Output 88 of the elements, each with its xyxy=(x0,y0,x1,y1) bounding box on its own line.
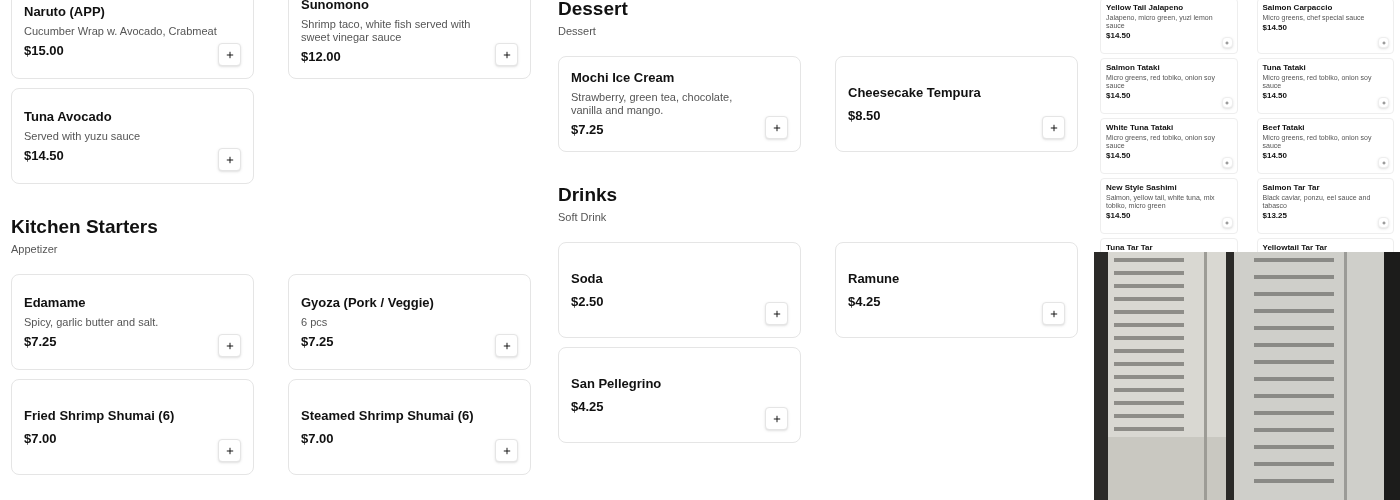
item-name: San Pellegrino xyxy=(571,374,662,393)
section-title: Dessert xyxy=(558,0,629,21)
item-price: $14.50 xyxy=(1106,31,1132,41)
menu-card[interactable]: Steamed Shrimp Shumai (6) $7.00 xyxy=(288,379,531,475)
item-description: 6 pcs xyxy=(301,315,329,329)
menu-card[interactable]: San Pellegrino $4.25 xyxy=(558,347,801,443)
section-title: Drinks xyxy=(558,183,619,207)
item-name: Beef Tataki xyxy=(1262,123,1306,133)
add-button[interactable] xyxy=(495,334,518,357)
item-name: Salmon Carpaccio xyxy=(1262,3,1334,13)
menu-card[interactable]: Tuna Avocado Served with yuzu sauce $14.50 xyxy=(11,88,254,184)
item-name: Soda xyxy=(571,269,604,288)
item-price: $7.25 xyxy=(571,121,605,139)
item-price: $13.25 xyxy=(1262,211,1288,221)
menu-card[interactable]: Naruto (APP) Cucumber Wrap w. Avocado, Crabmeat $15.00 xyxy=(11,0,254,79)
add-button[interactable] xyxy=(495,43,518,66)
item-price: $2.50 xyxy=(571,292,604,311)
item-price: $14.50 xyxy=(1262,23,1288,33)
item-description: Spicy, garlic butter and salt. xyxy=(24,315,159,329)
add-button[interactable] xyxy=(1221,97,1233,108)
item-name: Naruto (APP) xyxy=(24,2,106,21)
item-name: Yellowtail Tar Tar xyxy=(1262,243,1328,252)
add-button[interactable] xyxy=(1221,217,1233,228)
add-button[interactable] xyxy=(218,334,241,357)
menu-card[interactable]: Cheesecake Tempura $8.50 xyxy=(835,56,1078,152)
item-name: New Style Sashimi xyxy=(1106,183,1178,193)
item-name: Fried Shrimp Shumai (6) xyxy=(24,406,175,425)
item-name: Salmon Tar Tar xyxy=(1262,183,1321,193)
add-button[interactable] xyxy=(495,439,518,462)
item-description: Shrimp taco, white fish served with sweet vinegar sauce xyxy=(301,18,472,44)
item-price: $7.00 xyxy=(24,429,58,448)
add-button[interactable] xyxy=(1378,157,1389,168)
item-name: Cheesecake Tempura xyxy=(848,83,981,102)
section-subtitle: Dessert xyxy=(558,24,597,39)
menu-card[interactable]: Edamame Spicy, garlic butter and salt. $7.25 xyxy=(11,274,254,370)
menu-card[interactable]: Sunomono Shrimp taco, white fish served with sweet vinegar sauce $12.00 xyxy=(288,0,531,79)
menu-card[interactable]: Ramune $4.25 xyxy=(835,242,1078,338)
item-name: White Tuna Tataki xyxy=(1106,123,1175,133)
item-name: Tuna Tar Tar xyxy=(1106,243,1153,252)
menu-card[interactable]: Gyoza (Pork / Veggie) 6 pcs $7.25 xyxy=(288,274,531,370)
item-price: $14.50 xyxy=(1106,91,1132,101)
item-name: Mochi Ice Cream xyxy=(571,69,676,87)
item-name: Yellow Tail Jalapeno xyxy=(1106,3,1185,13)
item-name: Salmon Tataki xyxy=(1106,63,1161,73)
section-subtitle: Appetizer xyxy=(11,242,59,257)
item-description: Served with yuzu sauce xyxy=(24,129,141,143)
item-price: $14.50 xyxy=(24,146,65,165)
item-price: $12.00 xyxy=(301,48,342,66)
item-name: Tuna Tataki xyxy=(1262,63,1307,73)
menu-card[interactable]: Mochi Ice Cream Strawberry, green tea, chocolate, vanilla and mango. $7.25 xyxy=(558,56,801,152)
add-button[interactable] xyxy=(1221,157,1233,168)
item-price: $14.50 xyxy=(1106,211,1132,221)
item-name: Gyoza (Pork / Veggie) xyxy=(301,293,434,312)
item-price: $14.50 xyxy=(1262,151,1288,161)
item-name: Tuna Avocado xyxy=(24,107,113,126)
item-description: Strawberry, green tea, chocolate, vanilla and mango. xyxy=(571,91,734,117)
menu-card[interactable]: Tuna Tar Tar xyxy=(1100,238,1238,252)
add-button[interactable] xyxy=(1378,97,1389,108)
item-price: $14.50 xyxy=(1262,91,1288,101)
add-button[interactable] xyxy=(1042,116,1065,139)
item-price: $7.25 xyxy=(301,332,335,351)
add-button[interactable] xyxy=(218,43,241,66)
item-price: $4.25 xyxy=(848,292,882,311)
add-button[interactable] xyxy=(1378,37,1389,48)
item-price: $8.50 xyxy=(848,106,882,125)
item-name: Sunomono xyxy=(301,0,370,14)
add-button[interactable] xyxy=(765,302,788,325)
section-subtitle: Soft Drink xyxy=(558,210,608,225)
menu-card[interactable]: Fried Shrimp Shumai (6) $7.00 xyxy=(11,379,254,475)
add-button[interactable] xyxy=(1042,302,1065,325)
item-price: $14.50 xyxy=(1106,151,1132,161)
item-name: Steamed Shrimp Shumai (6) xyxy=(301,406,474,425)
add-button[interactable] xyxy=(765,116,788,139)
add-button[interactable] xyxy=(1221,37,1233,48)
item-price: $4.25 xyxy=(571,397,605,416)
add-button[interactable] xyxy=(218,148,241,171)
add-button[interactable] xyxy=(218,439,241,462)
menu-card[interactable]: Yellowtail Tar Tar xyxy=(1256,238,1394,252)
item-name: Ramune xyxy=(848,269,900,288)
menu-card[interactable]: Soda $2.50 xyxy=(558,242,801,338)
add-button[interactable] xyxy=(1378,217,1389,228)
item-description: Cucumber Wrap w. Avocado, Crabmeat xyxy=(24,24,217,38)
add-button[interactable] xyxy=(765,407,788,430)
section-title: Kitchen Starters xyxy=(11,215,159,239)
item-price: $7.25 xyxy=(24,332,58,351)
item-price: $15.00 xyxy=(24,41,65,60)
item-name: Edamame xyxy=(24,293,87,312)
item-price: $7.00 xyxy=(301,429,335,448)
